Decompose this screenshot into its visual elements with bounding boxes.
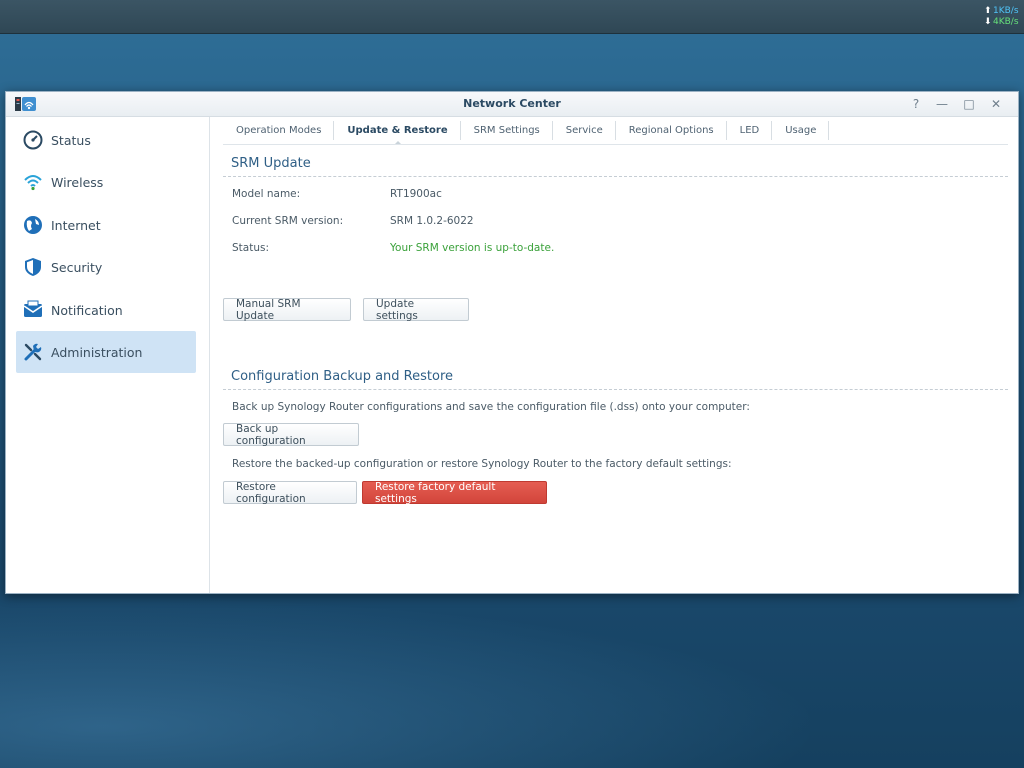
shield-icon [22, 256, 44, 278]
manual-srm-update-button[interactable]: Manual SRM Update [223, 298, 351, 322]
model-name-label: Model name: [232, 188, 301, 200]
srm-version-value: SRM 1.0.2-6022 [390, 215, 474, 227]
main-content: Operation Modes Update & Restore SRM Set… [210, 117, 1018, 593]
gauge-icon [22, 129, 44, 151]
sidebar-item-wireless[interactable]: Wireless [16, 161, 196, 203]
tab-bar: Operation Modes Update & Restore SRM Set… [223, 117, 830, 145]
tab-service[interactable]: Service [553, 117, 616, 144]
network-center-window: Network Center ? — □ ✕ Status Wireless I… [5, 91, 1019, 594]
tab-operation-modes[interactable]: Operation Modes [223, 117, 335, 144]
upload-arrow-icon: ⬆ [984, 6, 992, 16]
download-speed: 4KB/s [993, 17, 1019, 27]
status-label: Status: [232, 242, 269, 254]
mail-icon [22, 299, 44, 321]
update-settings-button[interactable]: Update settings [363, 298, 469, 322]
tab-update-restore[interactable]: Update & Restore [334, 117, 461, 145]
wifi-icon [22, 171, 44, 193]
close-button[interactable]: ✕ [988, 96, 1004, 112]
tab-srm-settings[interactable]: SRM Settings [461, 117, 553, 144]
sidebar-item-internet[interactable]: Internet [16, 204, 196, 246]
window-title: Network Center [463, 97, 561, 110]
restore-description: Restore the backed-up configuration or r… [232, 458, 732, 470]
tab-regional-options[interactable]: Regional Options [616, 117, 727, 144]
srm-update-title: SRM Update [231, 156, 311, 171]
tab-led[interactable]: LED [727, 117, 773, 144]
section-divider [223, 176, 1008, 177]
network-speed-widget[interactable]: ⬆ 1KB/s ⬇ 4KB/s [984, 6, 1022, 28]
globe-icon [22, 214, 44, 236]
section-divider [223, 389, 1008, 390]
sidebar-item-label: Wireless [51, 174, 104, 190]
sidebar-item-notification[interactable]: Notification [16, 289, 196, 331]
sidebar-item-label: Administration [51, 344, 143, 360]
restore-configuration-button[interactable]: Restore configuration [223, 481, 357, 505]
backup-configuration-button[interactable]: Back up configuration [223, 423, 359, 447]
download-arrow-icon: ⬇ [984, 17, 992, 27]
help-button[interactable]: ? [908, 96, 924, 112]
maximize-button[interactable]: □ [961, 96, 977, 112]
sidebar-item-security[interactable]: Security [16, 246, 196, 288]
tab-usage[interactable]: Usage [772, 117, 830, 144]
sidebar-item-label: Internet [51, 217, 101, 233]
sidebar: Status Wireless Internet Security Notifi… [6, 117, 210, 593]
backup-restore-title: Configuration Backup and Restore [231, 369, 453, 384]
sidebar-item-status[interactable]: Status [16, 119, 196, 161]
sidebar-item-label: Status [51, 132, 91, 148]
backup-description: Back up Synology Router configurations a… [232, 401, 750, 413]
sidebar-item-label: Notification [51, 302, 123, 318]
sidebar-item-label: Security [51, 259, 103, 275]
srm-version-label: Current SRM version: [232, 215, 344, 227]
status-value: Your SRM version is up-to-date. [390, 242, 555, 254]
taskbar: ⬆ 1KB/s ⬇ 4KB/s [0, 0, 1024, 34]
sidebar-item-administration[interactable]: Administration [16, 331, 196, 373]
tools-icon [22, 341, 44, 363]
window-titlebar[interactable]: Network Center ? — □ ✕ [6, 92, 1018, 117]
restore-factory-default-button[interactable]: Restore factory default settings [362, 481, 547, 505]
minimize-button[interactable]: — [934, 96, 950, 112]
upload-speed: 1KB/s [993, 6, 1019, 16]
model-name-value: RT1900ac [390, 188, 442, 200]
tab-divider [223, 144, 1008, 145]
